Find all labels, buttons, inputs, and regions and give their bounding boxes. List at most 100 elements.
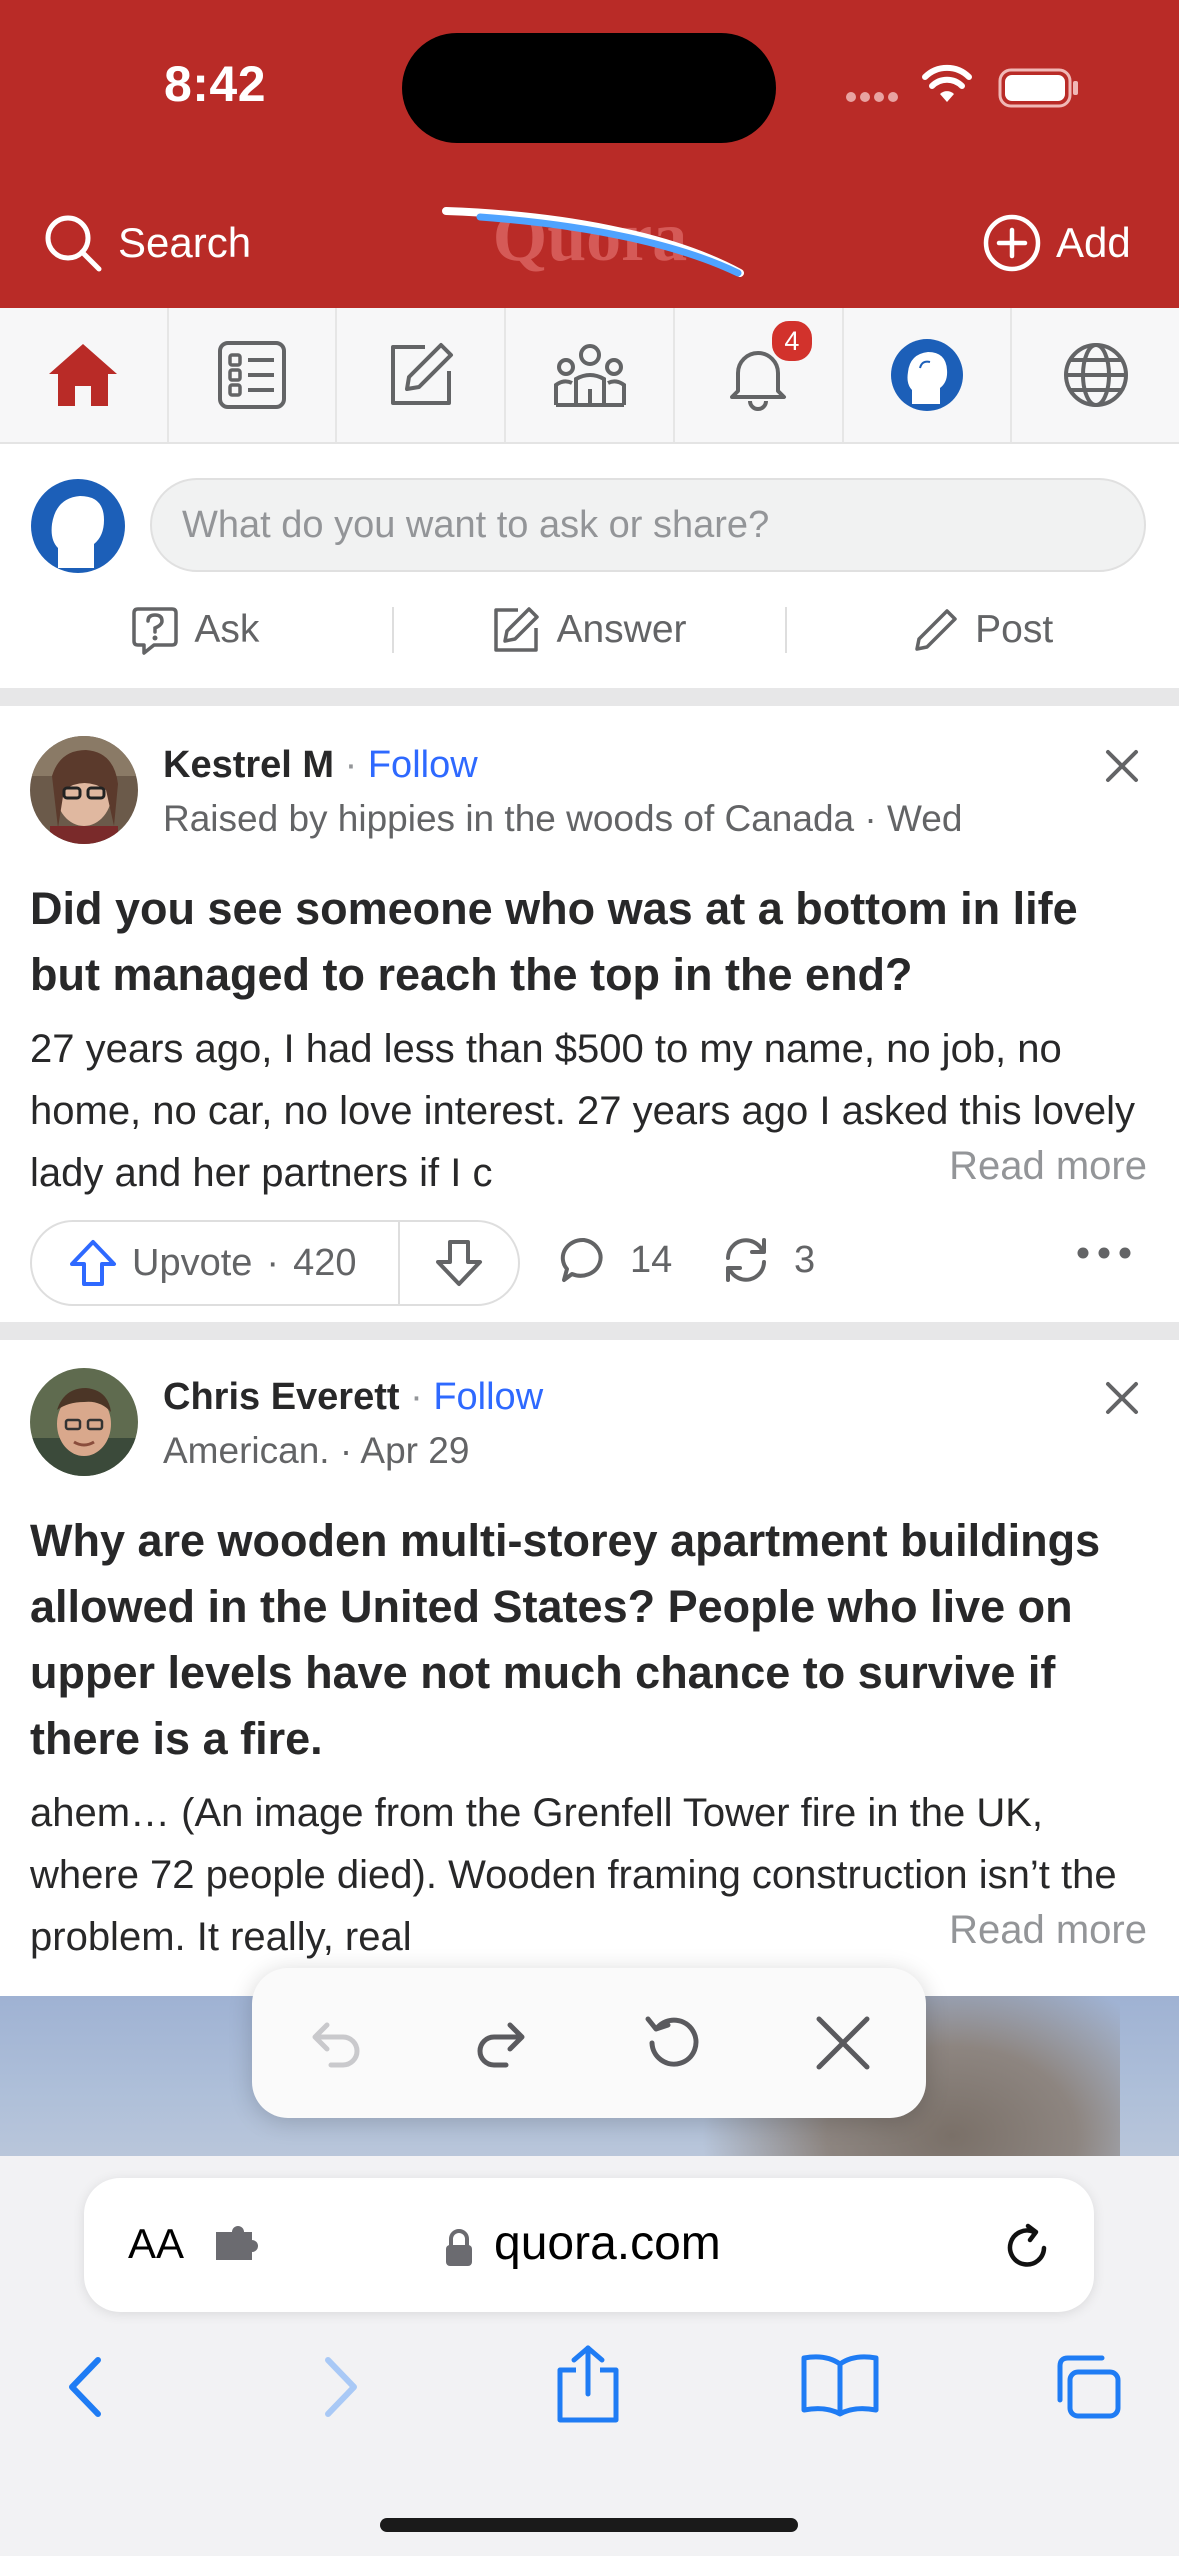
composer-actions: Ask Answer Post [0, 590, 1179, 670]
back-button[interactable] [64, 2352, 108, 2422]
undo-redo-toolbar [252, 1968, 926, 2118]
status-time: 8:42 [163, 56, 267, 112]
edit-icon [492, 606, 540, 654]
post-author-line: Kestrel M · Follow [163, 744, 478, 787]
add-label: Add [1056, 219, 1131, 266]
read-more-link[interactable]: Read more [889, 1908, 1147, 1953]
tab-profile[interactable] [844, 308, 1013, 442]
plus-circle-icon [982, 213, 1042, 273]
share-icon [557, 2345, 619, 2423]
wifi-icon [922, 64, 972, 104]
reload-button[interactable] [1000, 2220, 1054, 2274]
tabs-icon [1057, 2355, 1121, 2419]
question-icon [132, 605, 179, 655]
tab-notifications[interactable]: 4 [675, 308, 844, 442]
downvote-button[interactable] [400, 1238, 518, 1288]
comment-count: 14 [630, 1238, 673, 1281]
downvote-arrow-icon [434, 1238, 484, 1288]
list-icon [216, 339, 288, 411]
author-name[interactable]: Kestrel M [163, 744, 334, 786]
comments-button[interactable]: 14 [560, 1236, 672, 1284]
share-count: 3 [794, 1238, 816, 1281]
cellular-signal-icon [845, 90, 905, 104]
close-icon [816, 2016, 870, 2070]
post-date: Apr 29 [360, 1430, 470, 1471]
edit-icon [385, 339, 457, 411]
upvote-label: Upvote [132, 1241, 253, 1284]
people-icon [552, 339, 628, 411]
user-avatar[interactable] [30, 478, 126, 574]
tab-answer[interactable] [337, 308, 507, 442]
main-nav: 4 [0, 308, 1179, 444]
undo-button[interactable] [303, 2011, 367, 2075]
upvote-button[interactable]: Upvote · 420 [32, 1222, 400, 1304]
share-button[interactable]: 3 [720, 1236, 815, 1284]
tabs-button[interactable] [1052, 2352, 1124, 2422]
author-credential: American. [163, 1430, 330, 1471]
tab-languages[interactable] [1012, 308, 1179, 442]
url-text[interactable]: quora.com [494, 2216, 721, 2271]
notification-badge: 4 [768, 318, 815, 364]
add-button[interactable]: Add [982, 212, 1131, 274]
author-avatar-kestrel[interactable] [30, 736, 138, 844]
tab-spaces[interactable] [506, 308, 675, 442]
separator-dot: · [864, 798, 877, 839]
dynamic-island [402, 33, 776, 143]
author-credential: Raised by hippies in the woods of Canada [163, 798, 855, 839]
home-indicator [380, 2518, 798, 2532]
question-title[interactable]: Did you see someone who was at a bottom … [30, 876, 1150, 1008]
close-icon [1106, 1382, 1138, 1414]
lock-icon [444, 2228, 474, 2268]
post-date: Wed [887, 798, 963, 839]
redo-button[interactable] [470, 2011, 534, 2075]
more-dots-icon [1077, 1247, 1131, 1259]
separator-dot: · [410, 1376, 423, 1418]
globe-icon [1061, 340, 1131, 410]
question-title[interactable]: Why are wooden multi-storey apartment bu… [30, 1508, 1150, 1772]
bookmarks-button[interactable] [800, 2352, 880, 2418]
author-avatar-chris[interactable] [30, 1368, 138, 1476]
author-name[interactable]: Chris Everett [163, 1376, 400, 1418]
follow-button[interactable]: Follow [433, 1376, 543, 1418]
separator-dot: · [266, 1241, 280, 1284]
tab-home[interactable] [0, 308, 169, 442]
reload-icon [1007, 2223, 1047, 2267]
tab-following[interactable] [169, 308, 338, 442]
dismiss-post-button[interactable] [1100, 1376, 1144, 1420]
logo-swoosh [440, 195, 760, 295]
revert-button[interactable] [636, 2007, 708, 2079]
search-label: Search [118, 219, 252, 266]
vote-controls: Upvote · 420 [30, 1220, 520, 1306]
battery-icon [998, 68, 1080, 108]
post-author-line: Chris Everett · Follow [163, 1376, 543, 1419]
answer-label: Answer [556, 608, 687, 651]
forward-button[interactable] [318, 2352, 362, 2422]
ask-share-input[interactable]: What do you want to ask or share? [150, 478, 1146, 572]
pencil-icon [913, 607, 959, 653]
post-button[interactable]: Post [787, 607, 1179, 653]
extension-icon[interactable] [212, 2226, 262, 2266]
avatar-icon [890, 338, 964, 412]
follow-button[interactable]: Follow [368, 744, 478, 786]
more-options-button[interactable] [1076, 1246, 1132, 1260]
search-button[interactable]: Search [42, 208, 251, 278]
search-icon [42, 212, 104, 274]
chevron-left-icon [69, 2357, 101, 2417]
author-credential-line: Raised by hippies in the woods of Canada… [163, 798, 962, 840]
redo-icon [477, 2022, 525, 2068]
text-size-button[interactable]: AA [128, 2220, 184, 2268]
ask-label: Ask [194, 608, 260, 651]
ask-button[interactable]: Ask [0, 605, 392, 655]
home-icon [45, 340, 121, 410]
upvote-count: 420 [293, 1241, 357, 1284]
share-sheet-button[interactable] [554, 2344, 622, 2424]
revert-icon [645, 2016, 699, 2067]
post-label: Post [975, 608, 1054, 651]
author-credential-line: American. · Apr 29 [163, 1430, 469, 1472]
comment-bubble-icon [560, 1236, 608, 1284]
read-more-link[interactable]: Read more [889, 1144, 1147, 1189]
dismiss-post-button[interactable] [1100, 744, 1144, 788]
close-toolbar-button[interactable] [811, 2011, 875, 2075]
answer-button[interactable]: Answer [394, 606, 786, 654]
separator-dot: · [339, 1430, 353, 1471]
